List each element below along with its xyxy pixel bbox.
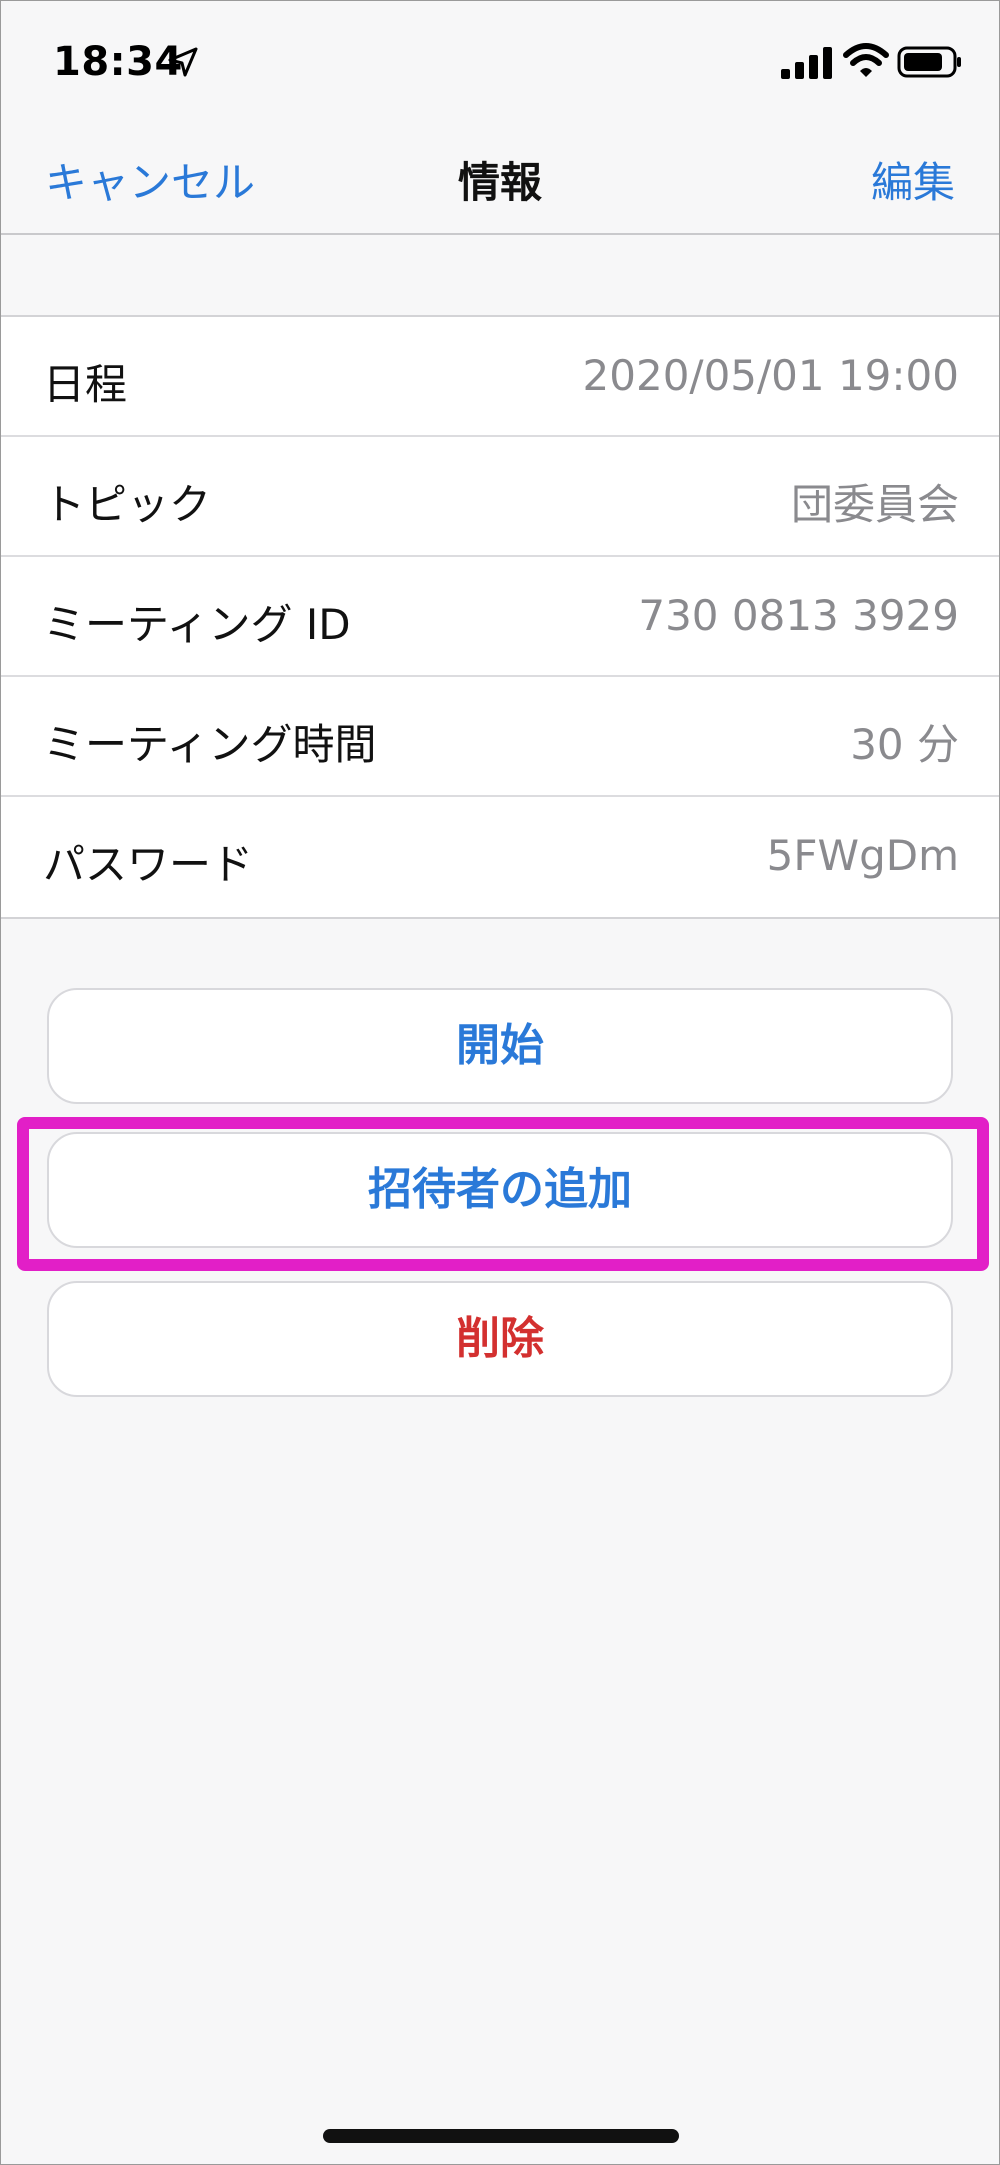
edit-button[interactable]: 編集 xyxy=(871,149,955,210)
battery-icon xyxy=(897,46,961,78)
start-button[interactable]: 開始 xyxy=(47,988,953,1104)
navigation-bar: キャンセル 情報 編集 xyxy=(1,111,999,235)
info-row-meeting-id: ミーティング ID 730 0813 3929 xyxy=(1,557,999,677)
info-value: 30 分 xyxy=(850,720,959,769)
info-value: 団委員会 xyxy=(790,480,959,529)
page-title: 情報 xyxy=(457,158,542,207)
status-time: 18:34 xyxy=(53,39,183,85)
home-indicator[interactable] xyxy=(323,2129,679,2143)
cellular-signal-icon xyxy=(781,47,832,79)
info-label: 日程 xyxy=(43,360,128,409)
info-value: 5FWgDm xyxy=(766,831,959,880)
info-row-topic: トピック 団委員会 xyxy=(1,437,999,557)
meeting-info-screen: 18:34 キャンセル 情報 編集 日程 2020/05/01 19:00 トピ… xyxy=(0,0,1000,2165)
meeting-info-list: 日程 2020/05/01 19:00 トピック 団委員会 ミーティング ID … xyxy=(1,315,999,919)
location-arrow-icon xyxy=(168,47,198,77)
info-label: ミーティング時間 xyxy=(43,720,377,769)
wifi-icon xyxy=(843,43,889,77)
info-row-duration: ミーティング時間 30 分 xyxy=(1,677,999,797)
info-row-password: パスワード 5FWgDm xyxy=(1,797,999,917)
info-label: パスワード xyxy=(43,840,254,889)
add-invitees-button[interactable]: 招待者の追加 xyxy=(47,1132,953,1248)
info-row-schedule: 日程 2020/05/01 19:00 xyxy=(1,317,999,437)
status-bar: 18:34 xyxy=(1,1,999,111)
info-value: 2020/05/01 19:00 xyxy=(582,351,959,400)
info-label: トピック xyxy=(43,480,212,529)
info-label: ミーティング ID xyxy=(43,600,351,649)
delete-button[interactable]: 削除 xyxy=(47,1281,953,1397)
info-value: 730 0813 3929 xyxy=(638,591,959,640)
